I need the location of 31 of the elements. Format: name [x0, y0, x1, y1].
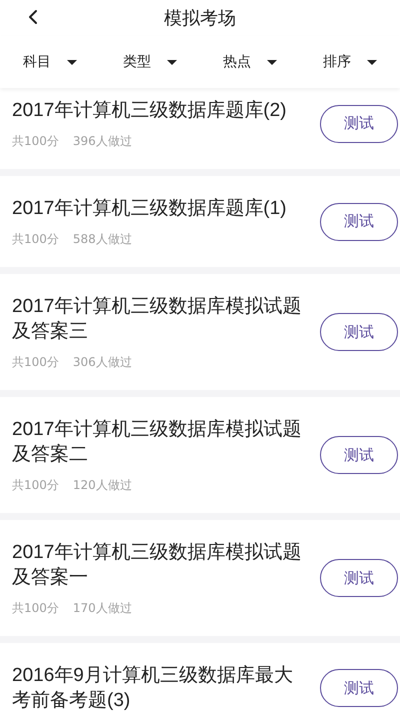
- caret-icon: [167, 60, 177, 64]
- exam-title: 2016年9月计算机三级数据库最大考前备考题(3): [12, 664, 294, 711]
- exam-title: 2017年计算机三级数据库模拟试题及答案二: [12, 418, 302, 467]
- caret-icon: [367, 60, 377, 64]
- filter-dropdown[interactable]: 科目: [0, 36, 100, 88]
- exam-score: 共100分: [12, 354, 59, 370]
- attempt-count: 120人做过: [72, 477, 132, 493]
- test-button[interactable]: 测试: [320, 669, 398, 707]
- filter-dropdown[interactable]: 排序: [300, 36, 400, 88]
- exam-score: 共100分: [12, 133, 59, 149]
- caret-icon: [67, 60, 77, 64]
- page-title: 模拟考场: [164, 7, 236, 30]
- test-button[interactable]: 测试: [320, 202, 398, 240]
- exam-score: 共100分: [12, 477, 59, 493]
- exam-title: 2017年计算机三级数据库题库(1): [12, 197, 288, 221]
- filter-dropdown[interactable]: 类型: [100, 36, 200, 88]
- test-button[interactable]: 测试: [320, 313, 398, 351]
- exam-title: 2017年计算机三级数据库模拟试题及答案三: [12, 295, 302, 344]
- filter-dropdown[interactable]: 热点: [200, 36, 300, 88]
- exam-title: 2017年计算机三级数据库模拟试题及答案一: [12, 541, 302, 590]
- caret-icon: [267, 60, 277, 64]
- attempt-count: 170人做过: [72, 600, 132, 616]
- test-button[interactable]: 测试: [320, 104, 398, 142]
- exam-score: 共100分: [12, 600, 59, 616]
- attempt-count: 396人做过: [72, 133, 132, 149]
- attempt-count: 588人做过: [72, 231, 132, 247]
- test-button[interactable]: 测试: [320, 436, 398, 474]
- test-button[interactable]: 测试: [320, 559, 398, 597]
- exam-title: 2017年计算机三级数据库题库(2): [12, 99, 288, 123]
- attempt-count: 306人做过: [72, 354, 132, 370]
- exam-score: 共100分: [12, 231, 59, 247]
